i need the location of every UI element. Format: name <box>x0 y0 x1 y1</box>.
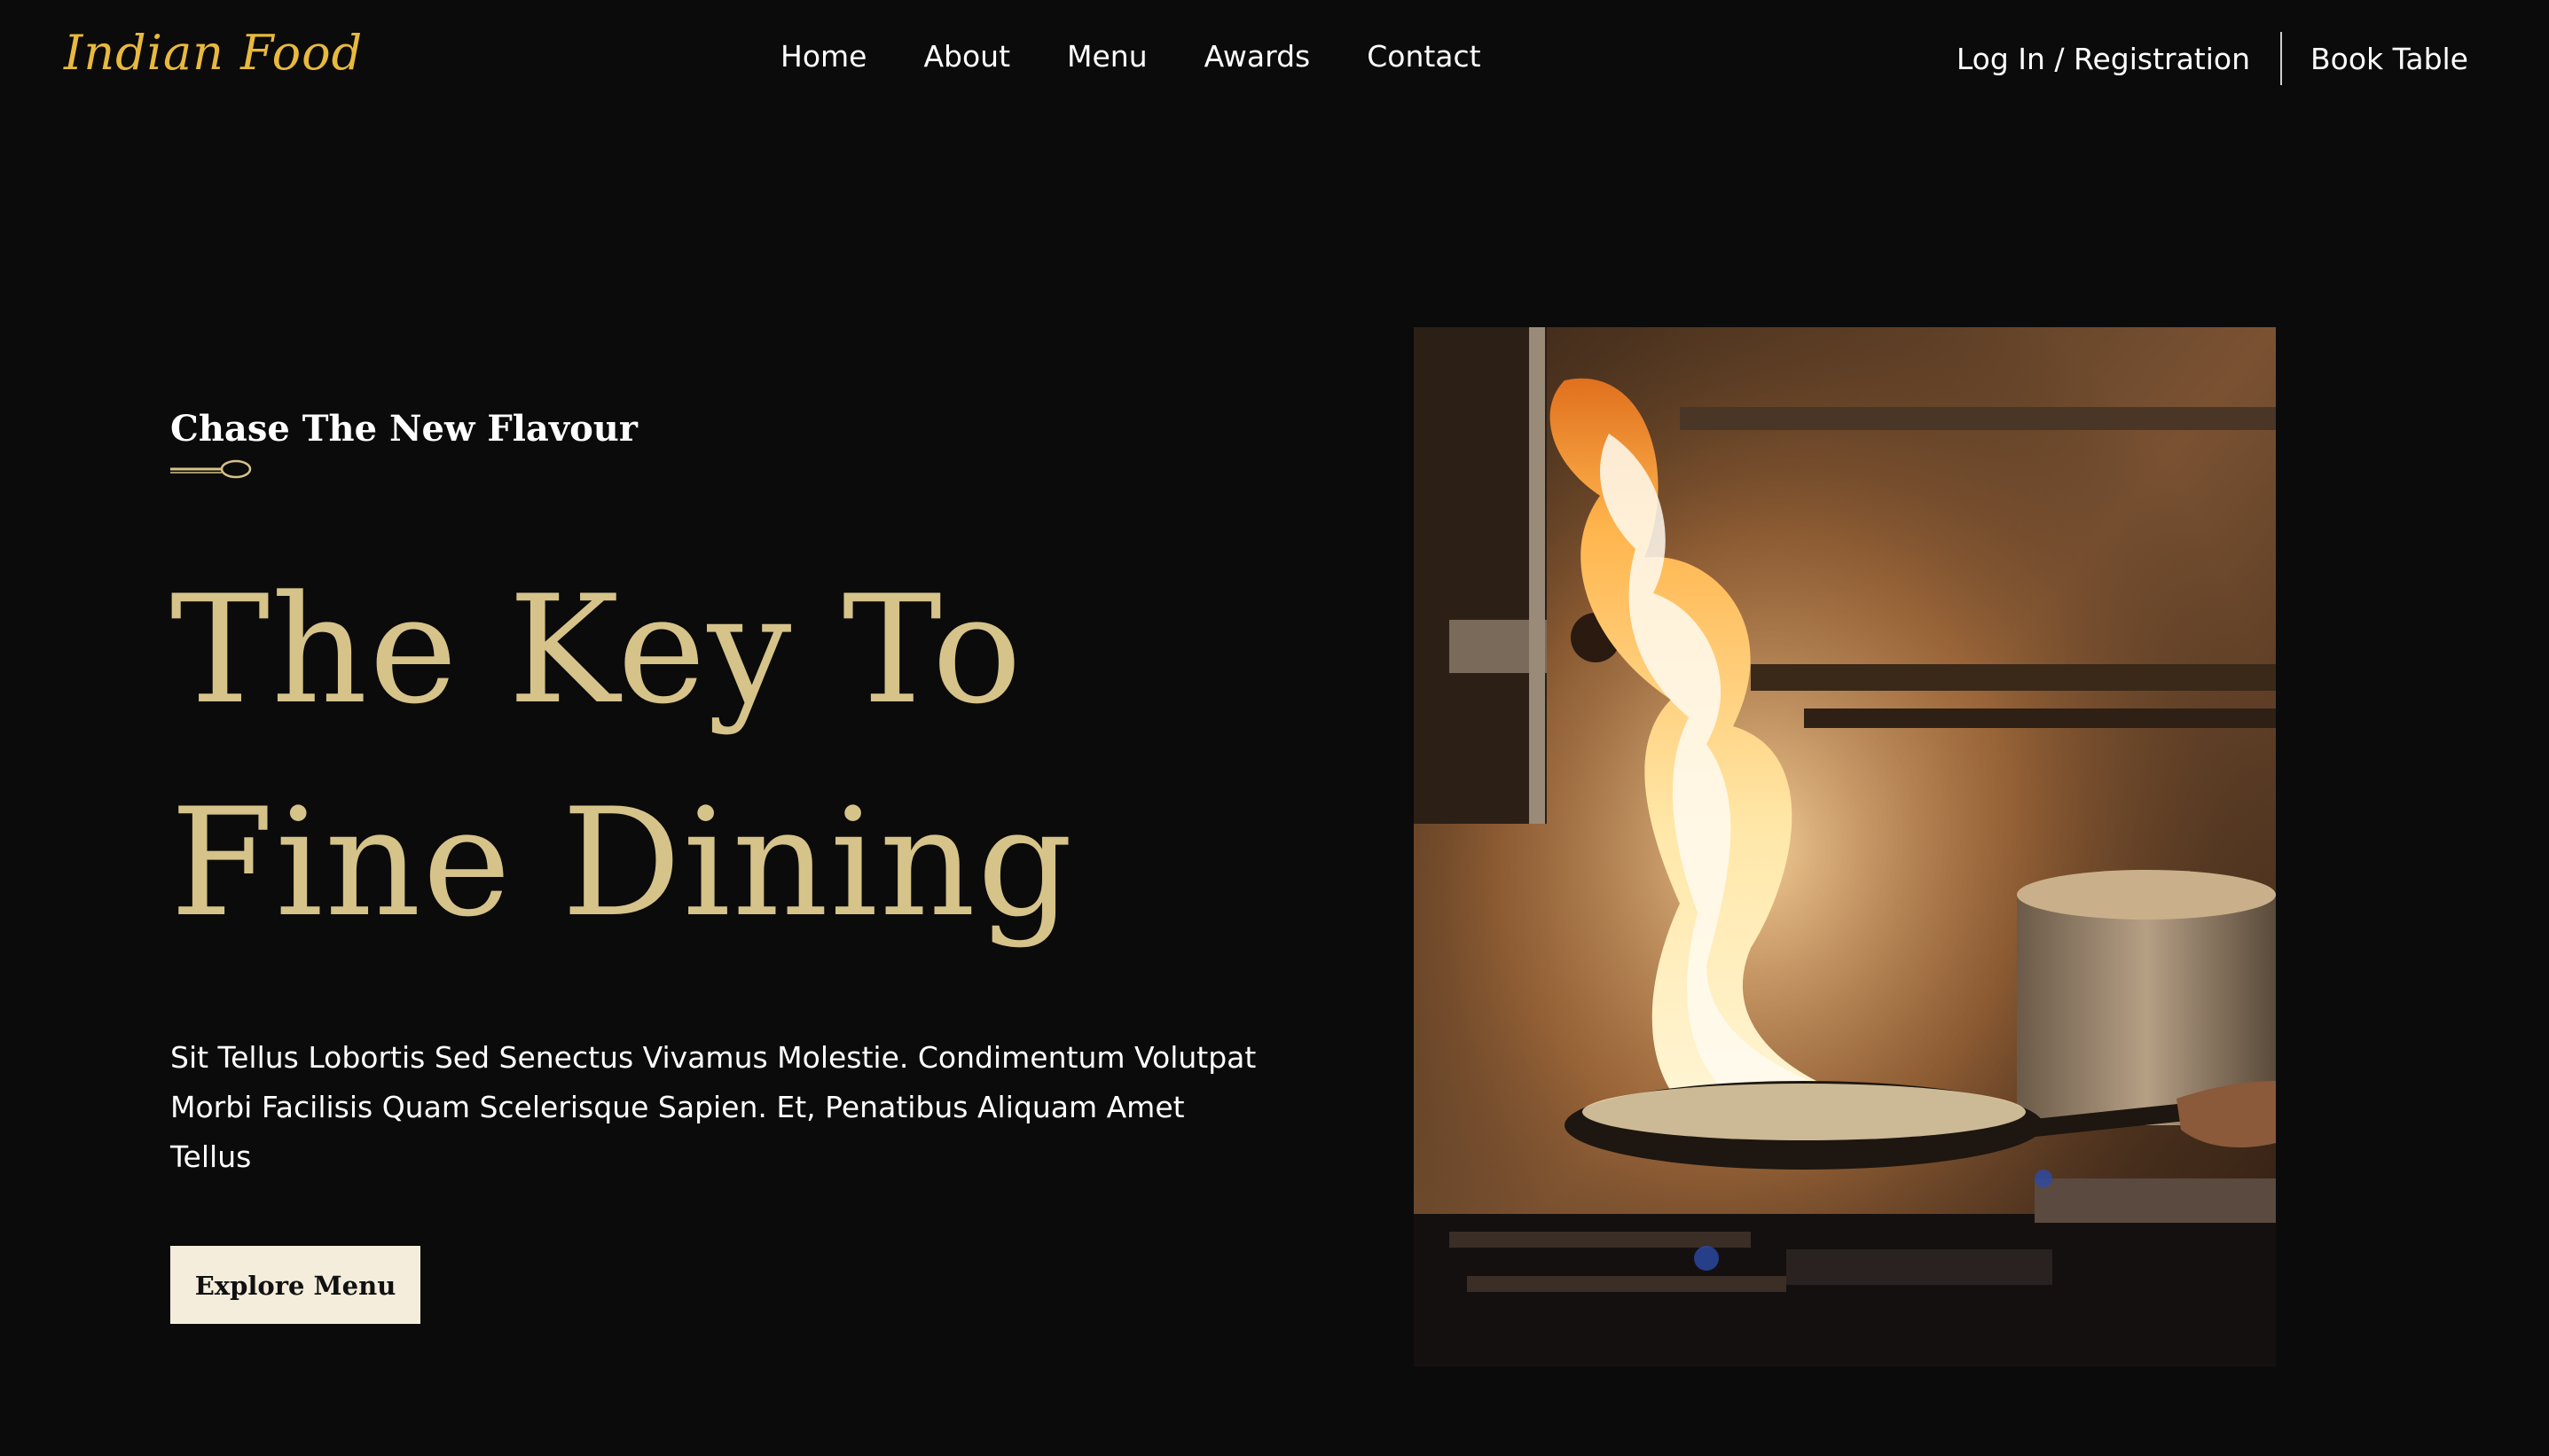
nav-about[interactable]: About <box>923 39 1010 74</box>
hero-content: Chase The New Flavour The Key To Fine Di… <box>170 408 1288 1324</box>
page: Indian Food Home About Menu Awards Conta… <box>0 0 2549 1456</box>
hero-image <box>1414 327 2276 1366</box>
headline-line-1: The Key To <box>170 563 1024 737</box>
headline-line-2: Fine Dining <box>170 776 1075 950</box>
logo[interactable]: Indian Food <box>64 25 363 81</box>
nav-awards[interactable]: Awards <box>1204 39 1311 74</box>
hero-headline: The Key To Fine Dining <box>170 544 1288 969</box>
nav-home[interactable]: Home <box>780 39 867 74</box>
explore-menu-button[interactable]: Explore Menu <box>170 1246 420 1324</box>
nav-menu[interactable]: Menu <box>1067 39 1148 74</box>
main-nav: Home About Menu Awards Contact <box>780 39 1481 74</box>
nav-contact[interactable]: Contact <box>1367 39 1480 74</box>
flambe-illustration <box>1414 327 2276 1366</box>
book-table-link[interactable]: Book Table <box>2310 42 2468 76</box>
login-link[interactable]: Log In / Registration <box>1957 42 2250 76</box>
header-actions: Log In / Registration Book Table <box>1957 32 2468 85</box>
header-divider <box>2280 32 2283 85</box>
hero-eyebrow: Chase The New Flavour <box>170 408 638 450</box>
hero-description: Sit Tellus Lobortis Sed Senectus Vivamus… <box>170 1040 1257 1174</box>
spoon-icon <box>170 459 252 479</box>
